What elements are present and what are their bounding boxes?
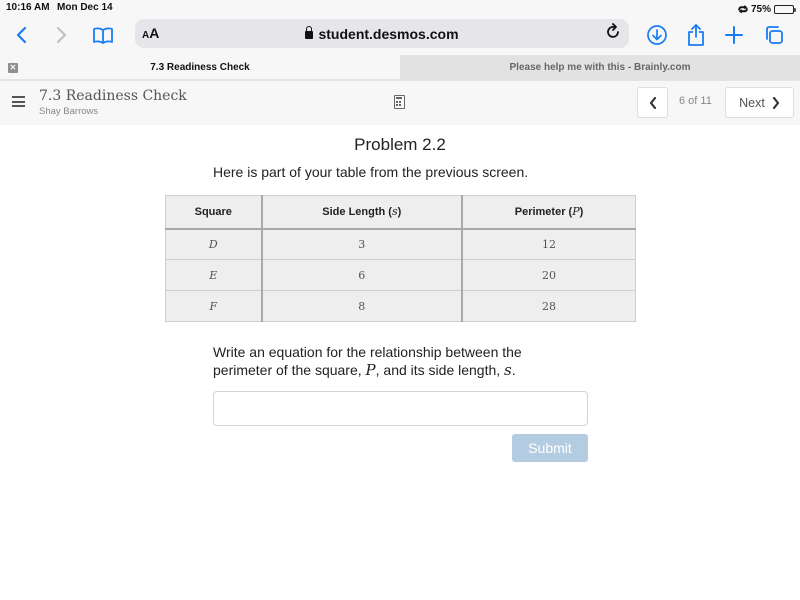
reload-icon [607, 23, 619, 38]
cell-square: F [164, 290, 263, 322]
submit-button[interactable]: Submit [512, 434, 588, 462]
previous-screen-button[interactable] [637, 87, 668, 118]
header-perimeter: Perimeter (P) [461, 195, 637, 230]
close-tab-icon[interactable]: ✕ [8, 63, 18, 73]
status-time: 10:16 AM [6, 2, 50, 13]
header-square: Square [164, 195, 263, 230]
header-text: Side Length ( [322, 206, 392, 219]
variable-p: P [365, 361, 376, 379]
status-indicators: 🔁︎ 75% [737, 2, 796, 17]
activity-title: 7.3 Readiness Check [39, 88, 187, 104]
equation-answer-input[interactable] [213, 391, 588, 426]
cell-side-length: 8 [261, 290, 464, 322]
tab-bar: ✕ 7.3 Readiness Check Please help me wit… [0, 55, 800, 81]
tab-label: 7.3 Readiness Check [150, 61, 250, 73]
chevron-right-icon [772, 96, 779, 109]
back-button[interactable] [8, 21, 36, 49]
intro-text: Here is part of your table from the prev… [213, 164, 529, 180]
hamburger-icon-line [12, 96, 25, 98]
download-icon [647, 25, 667, 45]
cell-side-length: 6 [261, 259, 464, 291]
battery-icon [774, 5, 796, 14]
activity-header: 7.3 Readiness Check Shay Barrows 6 of 11… [0, 81, 800, 125]
cell-side-length: 3 [261, 228, 464, 260]
chevron-left-icon [16, 26, 27, 44]
header-variable: P [572, 205, 580, 219]
next-screen-button[interactable]: Next [725, 87, 794, 118]
question-line-1: Write an equation for the relationship b… [213, 344, 522, 360]
calculator-button[interactable] [394, 95, 405, 109]
tab-readiness-check[interactable]: ✕ 7.3 Readiness Check [0, 55, 400, 79]
question-text: perimeter of the square, [213, 362, 366, 378]
chevron-left-icon [649, 96, 656, 109]
table-row: F 8 28 [164, 290, 637, 322]
variable-s: s [504, 361, 512, 379]
reload-button[interactable] [607, 23, 621, 44]
cell-square: E [164, 259, 263, 291]
battery-percent: 75% [750, 4, 771, 15]
header-side-length: Side Length (s) [261, 195, 464, 230]
tabs-icon [766, 26, 783, 44]
menu-button[interactable] [12, 96, 25, 107]
orientation-lock-icon: 🔁︎ [737, 5, 748, 16]
book-icon [93, 27, 113, 44]
cell-square: D [164, 228, 263, 260]
next-label: Next [739, 95, 765, 110]
table-row: E 6 20 [164, 259, 637, 291]
data-table: Square Side Length (s) Perimeter (P) D 3… [164, 195, 637, 322]
share-button[interactable] [682, 21, 710, 49]
url-text: student.desmos.com [318, 26, 459, 42]
cell-perimeter: 12 [461, 228, 637, 260]
plus-icon [725, 26, 743, 44]
lock-icon [305, 26, 314, 39]
question-line-2: perimeter of the square, P, and its side… [213, 361, 593, 379]
bookmarks-button[interactable] [89, 21, 117, 49]
tab-brainly[interactable]: Please help me with this - Brainly.com [400, 55, 800, 79]
url-display[interactable]: student.desmos.com [135, 26, 629, 42]
new-tab-button[interactable] [720, 21, 748, 49]
tab-label: Please help me with this - Brainly.com [509, 61, 691, 73]
status-date: Mon Dec 14 [57, 2, 113, 13]
cell-perimeter: 28 [461, 290, 637, 322]
status-bar: 10:16 AM Mon Dec 14 🔁︎ 75% [0, 0, 800, 16]
share-icon [688, 24, 704, 46]
student-name: Shay Barrows [39, 106, 99, 117]
question-text: . [511, 362, 516, 378]
table-row: D 3 12 [164, 228, 637, 260]
chevron-right-icon [56, 26, 67, 44]
question-text: , and its side length, [375, 362, 505, 378]
cell-perimeter: 20 [461, 259, 637, 291]
header-suffix: ) [397, 206, 402, 219]
downloads-button[interactable] [643, 21, 671, 49]
header-text: Square [194, 205, 232, 218]
calculator-icon [396, 101, 402, 107]
header-text: Perimeter ( [514, 206, 573, 219]
browser-toolbar: AA student.desmos.com [0, 16, 800, 55]
tabs-overview-button[interactable] [760, 21, 788, 49]
problem-title: Problem 2.2 [354, 135, 446, 154]
forward-button[interactable] [47, 21, 75, 49]
hamburger-icon-line [12, 100, 25, 103]
hamburger-icon-line [12, 105, 25, 107]
table-header-row: Square Side Length (s) Perimeter (P) [164, 195, 637, 230]
question-prompt: Write an equation for the relationship b… [213, 343, 593, 379]
page-indicator: 6 of 11 [679, 95, 712, 107]
header-suffix: ) [579, 206, 584, 219]
address-bar[interactable]: AA student.desmos.com [135, 19, 629, 48]
